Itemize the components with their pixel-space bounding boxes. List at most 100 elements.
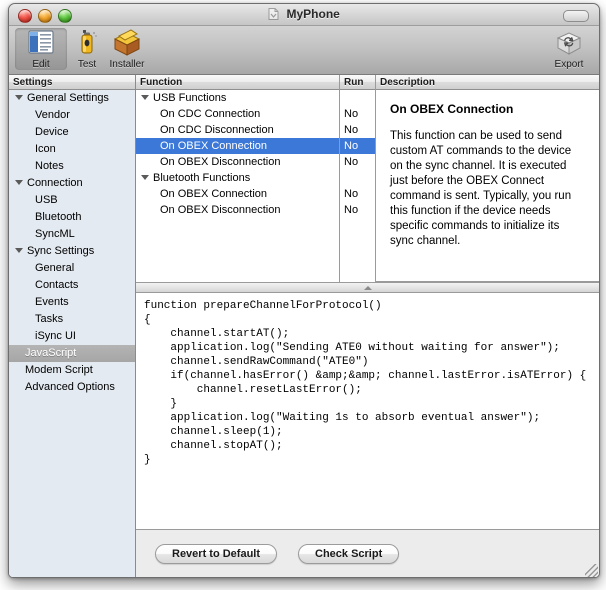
run-value-cell[interactable] bbox=[340, 170, 375, 186]
sidebar-item-device[interactable]: Device bbox=[9, 124, 135, 141]
toolbar-item-installer[interactable]: Installer bbox=[97, 28, 157, 70]
function-name-label: USB Functions bbox=[153, 92, 227, 104]
toolbar-item-edit-label: Edit bbox=[32, 59, 50, 70]
function-name-label: On OBEX Connection bbox=[160, 140, 268, 152]
run-value-cell[interactable]: No bbox=[340, 202, 375, 218]
table-row[interactable]: On OBEX Connection bbox=[136, 138, 339, 154]
document-proxy-icon bbox=[268, 8, 279, 20]
sidebar-item-label: Notes bbox=[35, 160, 64, 172]
toolbar-item-export-label: Export bbox=[554, 59, 584, 70]
sidebar-item-events[interactable]: Events bbox=[9, 294, 135, 311]
disclosure-triangle-icon[interactable] bbox=[141, 95, 149, 100]
button-bar: Revert to Default Check Script bbox=[136, 530, 599, 577]
run-value-cell[interactable]: No bbox=[340, 138, 375, 154]
toolbar: Edit Test Installer Export bbox=[9, 26, 599, 75]
sidebar-item-label: Contacts bbox=[35, 279, 79, 291]
disclosure-triangle-icon[interactable] bbox=[15, 180, 23, 185]
settings-sidebar: Settings General Settings Vendor Device Ico… bbox=[9, 75, 136, 577]
description-body: On OBEX Connection This function can be … bbox=[376, 90, 599, 249]
close-button[interactable] bbox=[18, 9, 32, 23]
table-row[interactable]: On CDC Disconnection bbox=[136, 122, 339, 138]
zoom-button[interactable] bbox=[58, 9, 72, 23]
sidebar-item-javascript[interactable]: JavaScript bbox=[9, 345, 135, 362]
sidebar-item-isync-ui[interactable]: iSync UI bbox=[9, 328, 135, 345]
description-title: On OBEX Connection bbox=[390, 102, 514, 116]
table-row[interactable]: On OBEX Disconnection bbox=[136, 154, 339, 170]
function-name-label: On CDC Disconnection bbox=[160, 124, 274, 136]
sidebar-item-notes[interactable]: Notes bbox=[9, 158, 135, 175]
check-script-button[interactable]: Check Script bbox=[298, 544, 400, 564]
disclosure-triangle-icon[interactable] bbox=[141, 175, 149, 180]
function-list: USB Functions On CDC Connection On CDC Dis… bbox=[136, 90, 339, 218]
run-value-cell[interactable]: No bbox=[340, 154, 375, 170]
sidebar-item-vendor[interactable]: Vendor bbox=[9, 107, 135, 124]
export-sync-box-icon bbox=[553, 28, 585, 58]
function-name-label: On OBEX Disconnection bbox=[160, 204, 281, 216]
run-column-header[interactable]: Run bbox=[340, 75, 375, 90]
sidebar-item-label: Device bbox=[35, 126, 69, 138]
table-row[interactable]: USB Functions bbox=[136, 90, 339, 106]
toolbar-toggle-button[interactable] bbox=[563, 10, 589, 22]
sidebar-item-label: iSync UI bbox=[35, 330, 76, 342]
sidebar-item-label: Connection bbox=[27, 177, 83, 189]
sidebar-item-label: Tasks bbox=[35, 313, 64, 325]
run-value-list: No No No No No No bbox=[340, 90, 375, 218]
table-row[interactable]: On OBEX Connection bbox=[136, 186, 339, 202]
minimize-button[interactable] bbox=[38, 9, 52, 23]
content-area: Settings General Settings Vendor Device Ico… bbox=[9, 75, 599, 577]
table-row[interactable]: Bluetooth Functions bbox=[136, 170, 339, 186]
sidebar-item-advanced-options[interactable]: Advanced Options bbox=[9, 379, 135, 396]
sidebar-item-connection[interactable]: Connection bbox=[9, 175, 135, 192]
sidebar-item-label: Icon bbox=[35, 143, 56, 155]
toolbar-item-edit[interactable]: Edit bbox=[15, 28, 67, 70]
function-name-label: Bluetooth Functions bbox=[153, 172, 251, 184]
disclosure-triangle-icon[interactable] bbox=[15, 248, 23, 253]
app-window: MyPhone Edit Test Installer Export Setti… bbox=[8, 3, 600, 578]
table-row[interactable]: On CDC Connection bbox=[136, 106, 339, 122]
revert-to-default-button[interactable]: Revert to Default bbox=[155, 544, 278, 564]
sidebar-item-usb[interactable]: USB bbox=[9, 192, 135, 209]
sidebar-item-label: USB bbox=[35, 194, 58, 206]
page-title: MyPhone bbox=[286, 7, 340, 21]
sidebar-item-label: Bluetooth bbox=[35, 211, 82, 223]
toolbar-item-installer-label: Installer bbox=[109, 59, 145, 70]
description-column-header[interactable]: Description bbox=[376, 75, 599, 90]
sidebar-item-label: Modem Script bbox=[25, 364, 93, 376]
function-name-label: On OBEX Disconnection bbox=[160, 156, 281, 168]
sidebar-item-label: General bbox=[35, 262, 75, 274]
script-editor[interactable]: function prepareChannelForProtocol() { c… bbox=[136, 293, 599, 530]
window-title-group: MyPhone bbox=[9, 7, 599, 21]
sidebar-item-bluetooth[interactable]: Bluetooth bbox=[9, 209, 135, 226]
toolbar-item-export[interactable]: Export bbox=[543, 28, 595, 70]
splitter-grip-icon[interactable] bbox=[363, 286, 372, 290]
script-editor-code[interactable]: function prepareChannelForProtocol() { c… bbox=[136, 293, 599, 473]
resize-grip-icon[interactable] bbox=[585, 564, 598, 577]
sidebar-item-general[interactable]: General bbox=[9, 260, 135, 277]
run-value-cell[interactable]: No bbox=[340, 106, 375, 122]
sidebar-item-icon[interactable]: Icon bbox=[9, 141, 135, 158]
sidebar-item-syncml[interactable]: SyncML bbox=[9, 226, 135, 243]
function-column: Function USB Functions On CDC Connection O… bbox=[136, 75, 340, 282]
sidebar-item-label: Sync Settings bbox=[27, 245, 95, 257]
title-bar[interactable]: MyPhone bbox=[9, 4, 599, 26]
disclosure-triangle-icon[interactable] bbox=[15, 95, 23, 100]
run-value-cell[interactable]: No bbox=[340, 186, 375, 202]
sidebar-item-label: JavaScript bbox=[25, 347, 77, 359]
table-row[interactable]: On OBEX Disconnection bbox=[136, 202, 339, 218]
sidebar-header: Settings bbox=[9, 75, 135, 90]
sidebar-item-label: SyncML bbox=[35, 228, 75, 240]
run-value-cell[interactable] bbox=[340, 90, 375, 106]
sidebar-item-sync-settings[interactable]: Sync Settings bbox=[9, 243, 135, 260]
pane-splitter[interactable] bbox=[136, 282, 599, 293]
function-column-header[interactable]: Function bbox=[136, 75, 339, 90]
sidebar-item-tasks[interactable]: Tasks bbox=[9, 311, 135, 328]
sidebar-item-label: Advanced Options bbox=[25, 381, 115, 393]
sidebar-item-contacts[interactable]: Contacts bbox=[9, 277, 135, 294]
package-box-icon bbox=[111, 28, 143, 58]
description-text: This function can be used to send custom… bbox=[390, 130, 572, 247]
sidebar-item-modem-script[interactable]: Modem Script bbox=[9, 362, 135, 379]
run-value-cell[interactable]: No bbox=[340, 122, 375, 138]
sidebar-item-general-settings[interactable]: General Settings bbox=[9, 90, 135, 107]
sidebar-item-label: General Settings bbox=[27, 92, 109, 104]
function-name-label: On CDC Connection bbox=[160, 108, 261, 120]
